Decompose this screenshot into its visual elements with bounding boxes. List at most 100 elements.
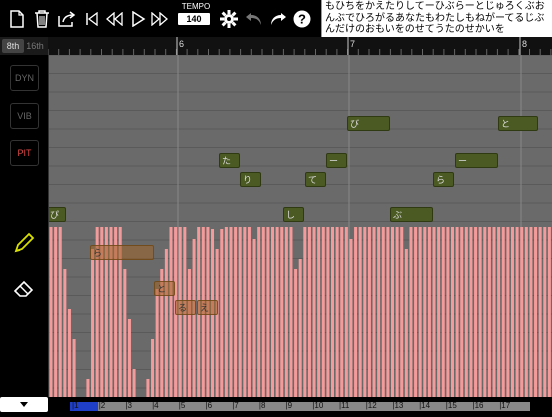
pitch-bar bbox=[400, 227, 404, 397]
play-icon[interactable] bbox=[128, 9, 148, 29]
new-file-icon[interactable] bbox=[7, 9, 27, 29]
dyn-button[interactable]: DYN bbox=[10, 65, 39, 91]
pitch-bar bbox=[280, 227, 284, 397]
pitch-bar bbox=[289, 227, 293, 397]
pit-button[interactable]: PIT bbox=[10, 140, 39, 166]
vib-button[interactable]: VIB bbox=[10, 103, 39, 129]
note[interactable]: と bbox=[498, 116, 538, 131]
overview-ruler[interactable]: |1 |2 |3 |4 |5 |6 |7 |8 |9 |10 |11 |12 |13 |14 |15 |16 |… bbox=[70, 402, 530, 411]
overview-mark: |14 bbox=[419, 402, 431, 410]
pitch-bar bbox=[423, 227, 427, 397]
pitch-bar bbox=[372, 227, 376, 397]
pitch-bar bbox=[418, 227, 422, 397]
export-icon[interactable] bbox=[57, 9, 77, 29]
pitch-bar bbox=[464, 227, 468, 397]
pitch-bar bbox=[377, 227, 381, 397]
pitch-bar bbox=[91, 249, 95, 397]
pitch-bar bbox=[395, 227, 399, 397]
overview-mark: |10 bbox=[312, 402, 324, 410]
redo-icon[interactable] bbox=[268, 9, 288, 29]
trash-icon[interactable] bbox=[32, 9, 52, 29]
tempo-field[interactable]: 140 bbox=[178, 13, 210, 25]
pitch-bar bbox=[271, 227, 275, 397]
note[interactable]: ら bbox=[90, 245, 154, 260]
help-icon[interactable]: ? bbox=[292, 9, 312, 29]
rewind-icon[interactable] bbox=[104, 9, 124, 29]
overview-mark: |1 bbox=[72, 402, 79, 410]
fast-forward-icon[interactable] bbox=[150, 9, 170, 29]
pitch-bar bbox=[432, 227, 436, 397]
collapse-button[interactable] bbox=[0, 397, 48, 412]
pitch-bar bbox=[252, 239, 256, 397]
pitch-bar bbox=[414, 227, 418, 397]
pitch-bar bbox=[86, 379, 90, 397]
note[interactable]: て bbox=[305, 172, 326, 187]
undo-icon[interactable] bbox=[244, 9, 264, 29]
pitch-bar bbox=[437, 227, 441, 397]
pitch-bar bbox=[381, 227, 385, 397]
pitch-bar bbox=[529, 227, 533, 397]
tab-8th[interactable]: 8th bbox=[2, 39, 24, 53]
ruler-ticks bbox=[48, 37, 552, 55]
pitch-bar bbox=[501, 227, 505, 397]
svg-text:?: ? bbox=[298, 12, 306, 27]
tab-16th[interactable]: 16th bbox=[24, 39, 46, 53]
pitch-bar bbox=[67, 309, 71, 397]
pencil-icon[interactable] bbox=[13, 232, 35, 259]
pitch-bar bbox=[330, 227, 335, 397]
skip-start-icon[interactable] bbox=[82, 9, 102, 29]
pitch-bar bbox=[492, 227, 496, 397]
note[interactable]: り bbox=[240, 172, 261, 187]
overview-mark: |9 bbox=[285, 402, 293, 410]
pitch-bar bbox=[441, 227, 445, 397]
pitch-bar bbox=[515, 227, 519, 397]
overview-mark: |15 bbox=[445, 402, 457, 410]
pitch-bar bbox=[243, 227, 247, 397]
pitch-bar bbox=[349, 239, 353, 397]
pitch-bar bbox=[446, 227, 450, 397]
pitch-bar bbox=[151, 339, 155, 397]
pitch-bar bbox=[146, 379, 150, 397]
pitch-bar bbox=[155, 289, 159, 397]
pitch-bar bbox=[478, 227, 482, 397]
note[interactable]: え bbox=[197, 300, 218, 315]
pitch-bar bbox=[215, 249, 219, 397]
ruler-mark: 7 bbox=[350, 39, 356, 49]
pitch-bar bbox=[307, 227, 311, 397]
overview-mark: |2 bbox=[98, 402, 106, 410]
note[interactable]: ぶ bbox=[390, 207, 433, 222]
pitch-bar bbox=[344, 227, 348, 397]
pitch-bar bbox=[58, 227, 62, 397]
pitch-bar bbox=[335, 227, 339, 397]
overview-mark: |7 bbox=[232, 402, 239, 410]
overview-mark: |12 bbox=[365, 402, 377, 410]
pitch-bar bbox=[312, 227, 316, 397]
pitch-bar bbox=[469, 227, 473, 397]
note[interactable]: ぴ bbox=[49, 207, 66, 222]
note[interactable]: び bbox=[347, 116, 390, 131]
note[interactable]: ー bbox=[326, 153, 347, 168]
note[interactable]: し bbox=[283, 207, 304, 222]
pitch-bar bbox=[238, 227, 242, 397]
overview-mark: |16 bbox=[472, 402, 484, 410]
note-length-tabs: 8th 16th bbox=[0, 37, 48, 55]
pitch-bar bbox=[534, 227, 538, 397]
note[interactable]: ら bbox=[433, 172, 454, 187]
overview-mark: |4 bbox=[152, 402, 159, 410]
pitch-bar bbox=[127, 319, 131, 397]
overview-mark: |5 bbox=[178, 402, 186, 410]
gear-icon[interactable] bbox=[219, 9, 239, 29]
piano-roll[interactable]: ぴ た り ー て と ー ら び し ぶ ら と る え bbox=[49, 55, 552, 397]
note[interactable]: る bbox=[175, 300, 196, 315]
note[interactable]: ー bbox=[455, 153, 498, 168]
note[interactable]: と bbox=[154, 281, 175, 296]
note[interactable]: た bbox=[219, 153, 240, 168]
pitch-bar bbox=[261, 227, 265, 397]
pitch-bar bbox=[54, 227, 58, 397]
lyrics-text[interactable]: もひちをかえたりしてーひぶらーとじゅろくぶおんぶでひろがるあなたもわたしもねがー… bbox=[321, 0, 552, 37]
pitch-bar bbox=[72, 339, 76, 397]
overview-mark: |8 bbox=[258, 402, 266, 410]
eraser-icon[interactable] bbox=[13, 278, 35, 305]
measure-ruler[interactable]: 6 7 8 bbox=[48, 37, 552, 56]
pitch-bar bbox=[169, 227, 173, 397]
